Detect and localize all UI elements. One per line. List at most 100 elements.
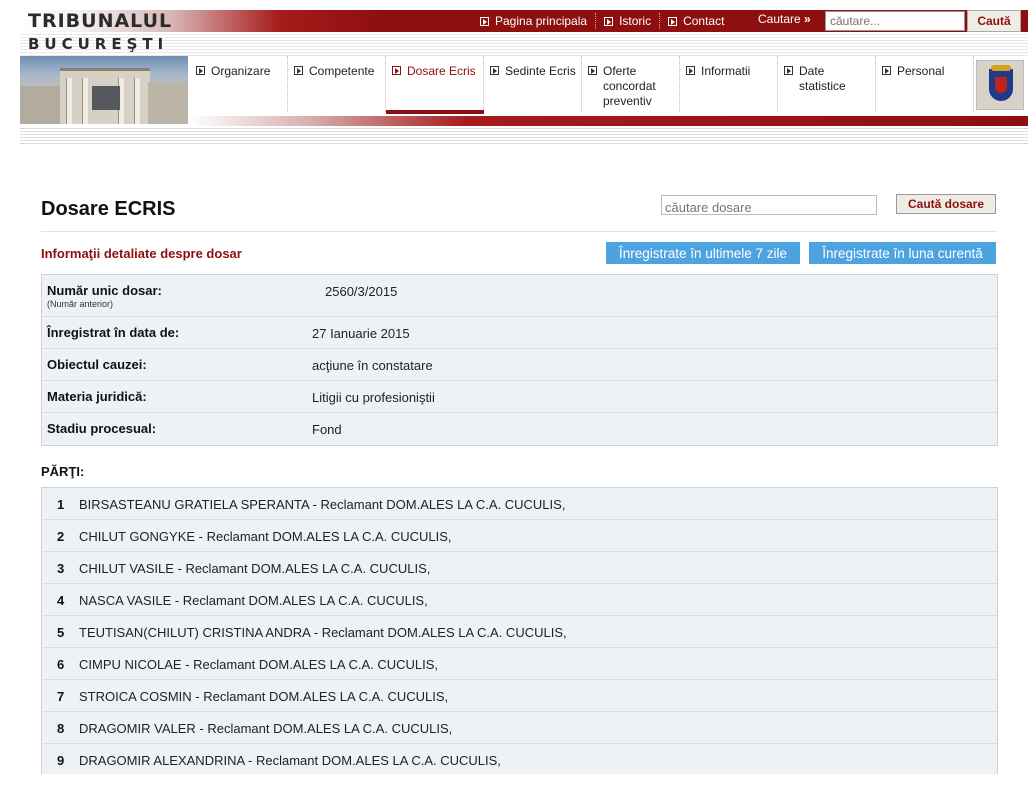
nav-item-organizare[interactable]: Organizare xyxy=(190,56,288,112)
search-button[interactable]: Caută xyxy=(967,10,1021,32)
last-7-days-button[interactable]: Înregistrate în ultimele 7 zile xyxy=(606,242,800,264)
top-link-istoric[interactable]: Istoric xyxy=(595,13,659,29)
top-link-contact[interactable]: Contact xyxy=(659,13,732,29)
arrow-right-icon xyxy=(588,66,597,75)
party-row: 3 CHILUT VASILE - Reclamant DOM.ALES LA … xyxy=(42,552,997,584)
party-row: 8 DRAGOMIR VALER - Reclamant DOM.ALES LA… xyxy=(42,712,997,744)
detail-label: Număr unic dosar: xyxy=(47,283,162,298)
detail-row: Materia juridică: Litigii cu profesioniş… xyxy=(42,381,997,413)
parties-list: 1 BIRSASTEANU GRATIELA SPERANTA - Reclam… xyxy=(41,487,998,774)
party-text: DRAGOMIR VALER - Reclamant DOM.ALES LA C… xyxy=(79,721,453,736)
arrow-right-icon xyxy=(294,66,303,75)
party-number: 5 xyxy=(57,625,65,640)
detail-value: 27 Ianuarie 2015 xyxy=(312,326,410,341)
top-link-label: Istoric xyxy=(619,14,652,28)
detail-row: Obiectul cauzei: acţiune în constatare xyxy=(42,349,997,381)
detail-value: Fond xyxy=(312,422,342,437)
party-number: 4 xyxy=(57,593,65,608)
search-label: Cautare » xyxy=(758,12,811,26)
party-text: BIRSASTEANU GRATIELA SPERANTA - Reclaman… xyxy=(79,497,566,512)
party-row: 7 STROICA COSMIN - Reclamant DOM.ALES LA… xyxy=(42,680,997,712)
detail-value: 2560/3/2015 xyxy=(325,284,398,299)
nav-item-label: Personal xyxy=(897,64,945,78)
party-text: NASCA VASILE - Reclamant DOM.ALES LA C.A… xyxy=(79,593,428,608)
party-row: 5 TEUTISAN(CHILUT) CRISTINA ANDRA - Recl… xyxy=(42,616,997,648)
nav-item-personal[interactable]: Personal xyxy=(876,56,974,112)
top-link-home[interactable]: Pagina principala xyxy=(472,13,595,29)
main-nav: Organizare Competente Dosare Ecris Sedin… xyxy=(20,56,1028,144)
nav-item-label: Organizare xyxy=(211,64,271,78)
party-number: 6 xyxy=(57,657,65,672)
dosar-search-input[interactable] xyxy=(661,195,877,215)
parties-title: PĂRŢI: xyxy=(41,464,85,479)
nav-item-oferte[interactable]: Oferte concordat preventiv xyxy=(582,56,680,112)
nav-item-label: Competente xyxy=(309,64,375,78)
nav-grey-stripe xyxy=(20,126,1028,144)
party-text: CIMPU NICOLAE - Reclamant DOM.ALES LA C.… xyxy=(79,657,439,672)
party-number: 1 xyxy=(57,497,65,512)
detail-value: Litigii cu profesioniştii xyxy=(312,390,435,405)
party-text: DRAGOMIR ALEXANDRINA - Reclamant DOM.ALE… xyxy=(79,753,501,768)
arrow-right-icon xyxy=(490,66,499,75)
party-text: TEUTISAN(CHILUT) CRISTINA ANDRA - Reclam… xyxy=(79,625,567,640)
arrow-right-icon xyxy=(196,66,205,75)
party-number: 2 xyxy=(57,529,65,544)
party-number: 8 xyxy=(57,721,65,736)
arrow-right-icon xyxy=(686,66,695,75)
dosar-search-button[interactable]: Caută dosare xyxy=(896,194,996,214)
party-row: 6 CIMPU NICOLAE - Reclamant DOM.ALES LA … xyxy=(42,648,997,680)
divider xyxy=(41,231,997,232)
coat-of-arms-icon xyxy=(976,60,1024,110)
page-title: Dosare ECRIS xyxy=(41,198,176,220)
courthouse-image xyxy=(20,56,188,124)
detail-label: Obiectul cauzei: xyxy=(47,357,147,372)
nav-item-label: Date statistice xyxy=(799,64,846,93)
party-row: 9 DRAGOMIR ALEXANDRINA - Reclamant DOM.A… xyxy=(42,744,997,774)
arrow-right-icon xyxy=(480,16,489,26)
detail-value: acţiune în constatare xyxy=(312,358,433,373)
party-text: STROICA COSMIN - Reclamant DOM.ALES LA C… xyxy=(79,689,449,704)
party-text: CHILUT GONGYKE - Reclamant DOM.ALES LA C… xyxy=(79,529,452,544)
top-link-label: Contact xyxy=(683,14,725,28)
party-row: 1 BIRSASTEANU GRATIELA SPERANTA - Reclam… xyxy=(42,488,997,520)
nav-red-stripe xyxy=(188,116,1028,126)
party-number: 3 xyxy=(57,561,65,576)
nav-item-label: Dosare Ecris xyxy=(407,64,476,78)
nav-item-label: Oferte concordat preventiv xyxy=(603,64,656,108)
case-details-table: Număr unic dosar: (Număr anterior) 2560/… xyxy=(41,274,998,446)
detail-sublabel: (Număr anterior) xyxy=(47,299,114,309)
nav-item-dosare-ecris[interactable]: Dosare Ecris xyxy=(386,56,484,114)
arrow-right-icon xyxy=(882,66,891,75)
party-number: 7 xyxy=(57,689,65,704)
nav-item-label: Informatii xyxy=(701,64,751,78)
arrow-right-icon xyxy=(392,66,401,75)
arrow-right-icon xyxy=(784,66,793,75)
detail-row: Înregistrat în data de: 27 Ianuarie 2015 xyxy=(42,317,997,349)
detail-label: Materia juridică: xyxy=(47,389,147,404)
search-input[interactable] xyxy=(825,11,965,31)
party-row: 4 NASCA VASILE - Reclamant DOM.ALES LA C… xyxy=(42,584,997,616)
nav-item-sedinte-ecris[interactable]: Sedinte Ecris xyxy=(484,56,582,112)
detail-label: Stadiu procesual: xyxy=(47,421,157,436)
nav-item-competente[interactable]: Competente xyxy=(288,56,386,112)
nav-item-label: Sedinte Ecris xyxy=(505,64,576,78)
top-bar: TRIBUNALUL BUCUREŞTI Pagina principala I… xyxy=(20,8,1028,56)
nav-items: Organizare Competente Dosare Ecris Sedin… xyxy=(190,56,974,114)
party-number: 9 xyxy=(57,753,65,768)
detail-row: Număr unic dosar: (Număr anterior) 2560/… xyxy=(42,275,997,317)
arrow-right-icon xyxy=(668,16,678,26)
party-text: CHILUT VASILE - Reclamant DOM.ALES LA C.… xyxy=(79,561,431,576)
arrow-right-icon xyxy=(604,16,614,26)
top-links: Pagina principala Istoric Contact xyxy=(472,12,732,30)
detail-label: Înregistrat în data de: xyxy=(47,325,180,340)
nav-item-informatii[interactable]: Informatii xyxy=(680,56,778,112)
section-subtitle: Informaţii detaliate despre dosar xyxy=(41,246,242,261)
party-row: 2 CHILUT GONGYKE - Reclamant DOM.ALES LA… xyxy=(42,520,997,552)
page: TRIBUNALUL BUCUREŞTI Pagina principala I… xyxy=(20,8,1028,774)
brand-title[interactable]: TRIBUNALUL xyxy=(28,10,172,32)
nav-item-date-statistice[interactable]: Date statistice xyxy=(778,56,876,112)
current-month-button[interactable]: Înregistrate în luna curentă xyxy=(809,242,996,264)
brand-subtitle[interactable]: BUCUREŞTI xyxy=(28,35,168,53)
detail-row: Stadiu procesual: Fond xyxy=(42,413,997,445)
top-link-label: Pagina principala xyxy=(495,14,588,28)
